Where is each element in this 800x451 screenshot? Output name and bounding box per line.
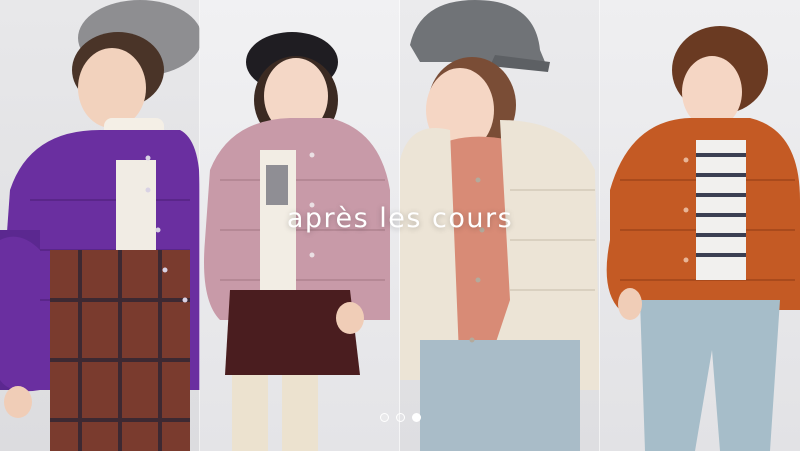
carousel-pagination [0, 413, 800, 422]
carousel-dot-1[interactable] [379, 413, 389, 422]
hero-title: après les cours [286, 203, 514, 234]
carousel-dot-3[interactable] [411, 413, 421, 422]
carousel-dot-2[interactable] [395, 413, 405, 422]
hero-banner[interactable]: après les cours [0, 0, 800, 451]
